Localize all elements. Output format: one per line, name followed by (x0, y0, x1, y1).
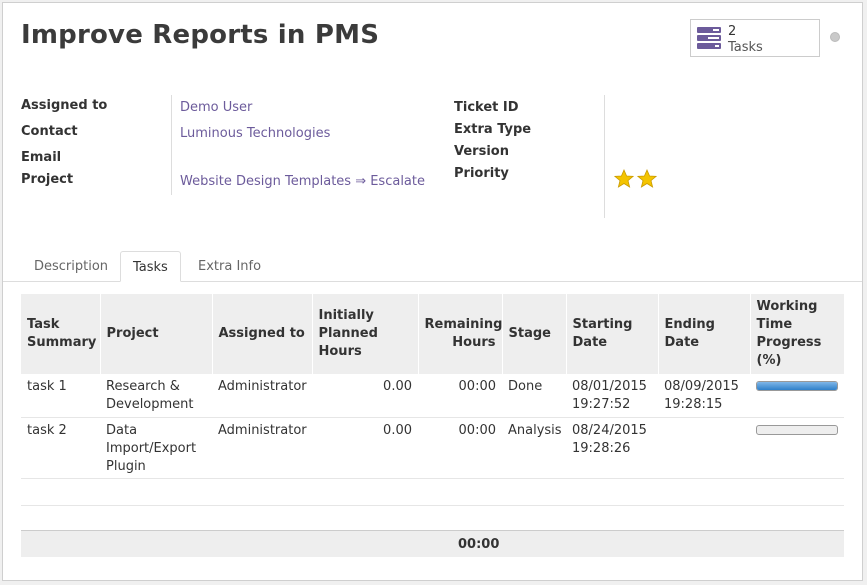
version-label: Version (454, 144, 509, 159)
contact-value[interactable]: Luminous Technologies (180, 126, 330, 141)
project-label: Project (21, 172, 74, 187)
task-end-date (658, 417, 750, 479)
tab-description[interactable]: Description (22, 251, 120, 282)
task-stage: Analysis (502, 417, 566, 479)
column-header[interactable]: Working Time Progress (%) (750, 294, 845, 374)
column-header[interactable]: Project (100, 294, 213, 374)
task-remaining-hours: 00:00 (418, 417, 502, 479)
task-summary: task 2 (21, 417, 100, 479)
table-footer: 00:00 (21, 530, 844, 557)
assigned-to-value[interactable]: Demo User (180, 100, 252, 115)
task-remaining-hours: 00:00 (418, 374, 502, 418)
project-value[interactable]: Website Design Templates ⇒ Escalate (180, 174, 425, 189)
extra-type-label: Extra Type (454, 122, 532, 137)
ticket-id-label: Ticket ID (454, 100, 519, 115)
task-end-date: 08/09/2015 19:28:15 (658, 374, 750, 418)
priority-label: Priority (454, 166, 509, 181)
tab-extra-info[interactable]: Extra Info (186, 251, 273, 282)
priority-star-icon[interactable] (637, 169, 657, 189)
assigned-to-label: Assigned to (21, 98, 108, 113)
record-title: Improve Reports in PMS (21, 20, 380, 50)
form-sheet: Improve Reports in PMS 2 Tasks Assigned … (2, 2, 863, 581)
remaining-hours-total: 00:00 (458, 537, 500, 552)
column-header[interactable]: Initially Planned Hours (312, 294, 419, 374)
column-header[interactable]: Remaining Hours (418, 294, 503, 374)
tasks-icon (697, 27, 721, 49)
column-header[interactable]: Stage (502, 294, 567, 374)
table-row[interactable]: task 2 Data Import/Export Plugin Adminis… (21, 417, 844, 479)
tasks-label: Tasks (728, 40, 763, 55)
task-assigned: Administrator (212, 417, 312, 479)
task-assigned: Administrator (212, 374, 312, 418)
column-header[interactable]: Starting Date (566, 294, 659, 374)
task-stage: Done (502, 374, 566, 418)
task-project: Research & Development (100, 374, 212, 418)
task-project: Data Import/Export Plugin (100, 417, 212, 479)
task-planned-hours: 0.00 (312, 374, 418, 418)
task-summary: task 1 (21, 374, 100, 418)
task-start-date: 08/01/2015 19:27:52 (566, 374, 658, 418)
empty-row (21, 505, 844, 531)
table-header-row: Task Summary Project Assigned to Initial… (21, 294, 845, 374)
priority-star-icon[interactable] (614, 169, 634, 189)
status-indicator[interactable] (830, 32, 840, 42)
field-divider (171, 95, 172, 195)
task-progress-cell (750, 417, 844, 479)
tasks-smart-button[interactable]: 2 Tasks (690, 19, 820, 57)
task-start-date: 08/24/2015 19:28:26 (566, 417, 658, 479)
progress-bar (756, 424, 838, 435)
progress-bar (756, 381, 838, 391)
tab-tasks[interactable]: Tasks (120, 251, 181, 282)
task-progress-cell (750, 374, 844, 418)
column-header[interactable]: Ending Date (658, 294, 751, 374)
field-divider-right (604, 95, 605, 218)
empty-row (21, 478, 844, 506)
contact-label: Contact (21, 124, 78, 139)
tasks-table: Task Summary Project Assigned to Initial… (21, 294, 845, 531)
table-row[interactable]: task 1 Research & Development Administra… (21, 374, 844, 418)
email-label: Email (21, 150, 62, 165)
tasks-count: 2 (728, 24, 737, 39)
progress-bar-fill (757, 382, 837, 390)
column-header[interactable]: Assigned to (212, 294, 313, 374)
task-planned-hours: 0.00 (312, 417, 418, 479)
column-header[interactable]: Task Summary (21, 294, 101, 374)
